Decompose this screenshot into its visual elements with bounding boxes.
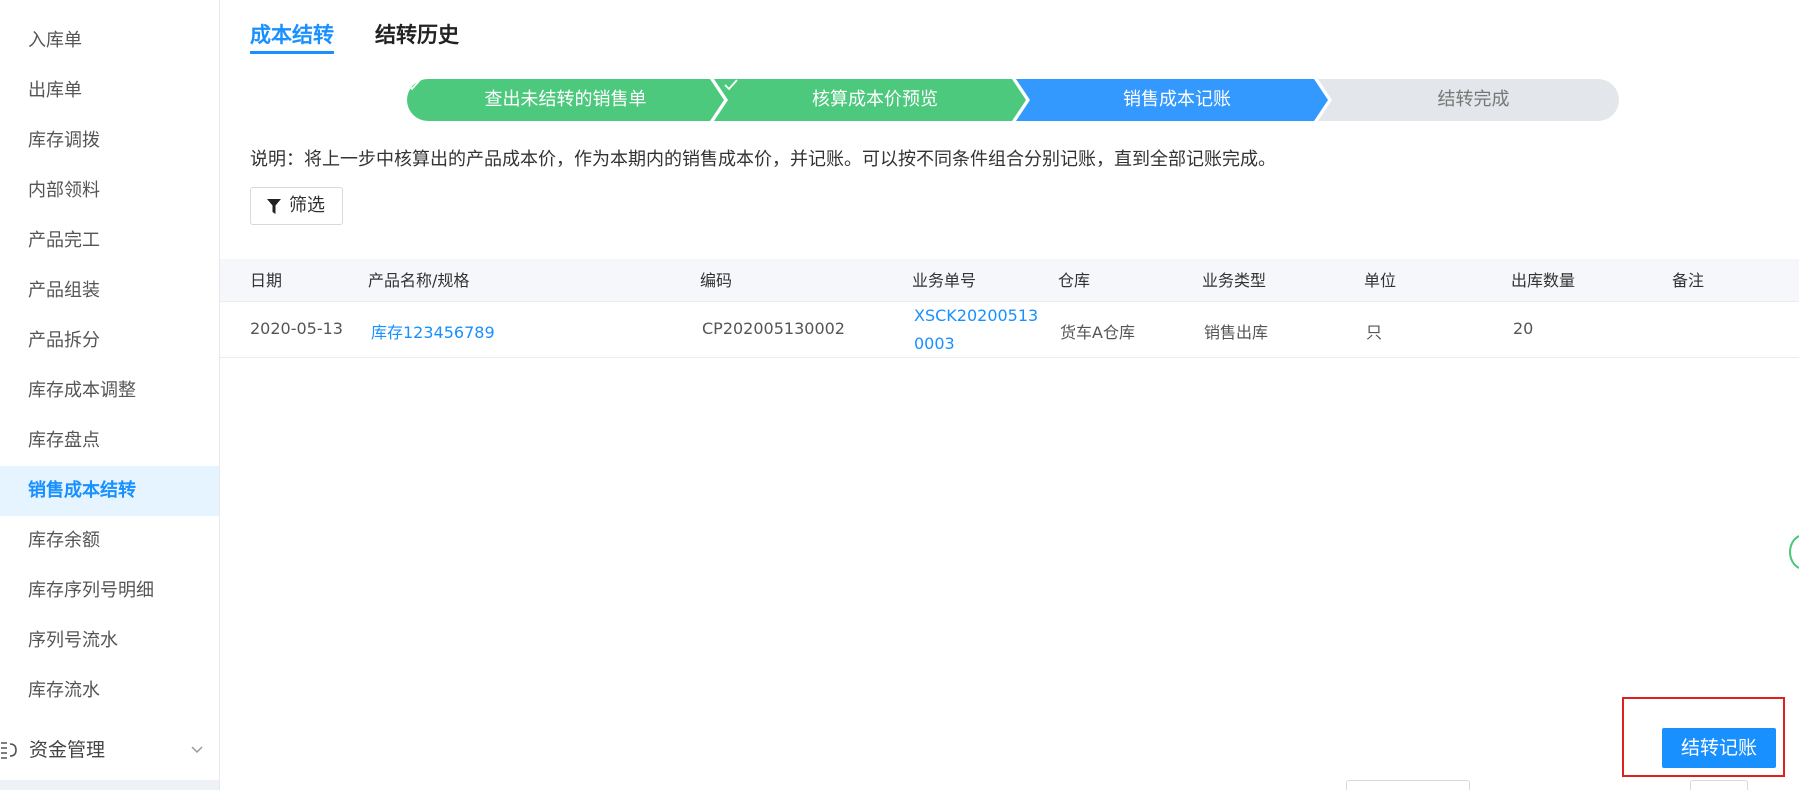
cell-warehouse: 货车A仓库 <box>1060 323 1135 342</box>
sidebar-item-product-completion[interactable]: 产品完工 <box>0 216 219 266</box>
sidebar-item-outbound[interactable]: 出库单 <box>0 66 219 116</box>
sidebar-item-serial-flow[interactable]: 序列号流水 <box>0 616 219 666</box>
step-sales-cost-posting: 销售成本记账 <box>1026 79 1328 121</box>
column-header-product[interactable]: 产品名称/规格 <box>368 259 469 302</box>
filter-button[interactable]: 筛选 <box>250 187 343 225</box>
step-carryover-complete: 结转完成 <box>1328 79 1619 121</box>
sidebar-item-internal-requisition[interactable]: 内部领料 <box>0 166 219 216</box>
sidebar-group-funds[interactable]: 资金管理 <box>0 725 219 775</box>
sidebar-item-transfer[interactable]: 库存调拨 <box>0 116 219 166</box>
sidebar-item-stock-balance[interactable]: 库存余额 <box>0 516 219 566</box>
cell-code: CP202005130002 <box>702 319 845 338</box>
tab-cost-carryover[interactable]: 成本结转 <box>250 20 334 54</box>
check-icon <box>724 79 738 91</box>
column-header-unit[interactable]: 单位 <box>1364 259 1396 302</box>
table-header: 日期 产品名称/规格 编码 业务单号 仓库 业务类型 单位 出库数量 备注 <box>220 259 1799 302</box>
sidebar-item-product-assembly[interactable]: 产品组装 <box>0 266 219 316</box>
cell-qty: 20 <box>1513 319 1534 338</box>
check-icon <box>407 79 421 91</box>
page-jump-input[interactable] <box>1690 780 1748 790</box>
page-size-select[interactable] <box>1346 780 1470 790</box>
cell-unit: 只 <box>1366 323 1383 342</box>
cell-product-link[interactable]: 库存123456789 <box>371 319 495 343</box>
step-query-unposted: 查出未结转的销售单 <box>407 79 724 121</box>
funds-icon <box>1 742 17 759</box>
step-label-text: 查出未结转的销售单 <box>484 89 647 110</box>
description-text: 说明：将上一步中核算出的产品成本价，作为本期内的销售成本价，并记账。可以按不同条… <box>250 149 1276 170</box>
cell-order-no-link[interactable]: XSCK202005130003 <box>914 302 1039 358</box>
step-label-text: 销售成本记账 <box>1123 89 1231 110</box>
tab-carryover-history[interactable]: 结转历史 <box>375 20 459 54</box>
sidebar-item-product-disassembly[interactable]: 产品拆分 <box>0 316 219 366</box>
sidebar-item-stocktake[interactable]: 库存盘点 <box>0 416 219 466</box>
cell-date: 2020-05-13 <box>250 319 343 338</box>
column-header-warehouse[interactable]: 仓库 <box>1058 259 1090 302</box>
sidebar-item-sales-cost-carryover[interactable]: 销售成本结转 <box>0 466 219 516</box>
sidebar-item-serial-detail[interactable]: 库存序列号明细 <box>0 566 219 616</box>
cell-biz-type: 销售出库 <box>1204 323 1269 342</box>
sidebar-item-stock-flow[interactable]: 库存流水 <box>0 666 219 716</box>
progress-steps: 查出未结转的销售单 核算成本价预览 销售成本记账 结转完成 <box>407 79 1619 121</box>
step-label-text: 核算成本价预览 <box>812 89 938 110</box>
chevron-down-icon <box>191 746 203 754</box>
column-header-order-no[interactable]: 业务单号 <box>912 259 976 302</box>
sidebar-item-inbound[interactable]: 入库单 <box>0 16 219 66</box>
column-header-remark[interactable]: 备注 <box>1672 259 1704 302</box>
floating-help-widget[interactable] <box>1789 534 1799 570</box>
table-row[interactable]: 2020-05-13 库存123456789 CP202005130002 XS… <box>220 302 1799 358</box>
column-header-code[interactable]: 编码 <box>700 259 732 302</box>
post-carryover-button[interactable]: 结转记账 <box>1662 728 1776 768</box>
column-header-biz-type[interactable]: 业务类型 <box>1202 259 1266 302</box>
sidebar: 入库单 出库单 库存调拨 内部领料 产品完工 产品组装 产品拆分 库存成本调整 … <box>0 0 220 790</box>
filter-button-label: 筛选 <box>289 195 325 216</box>
step-label-text: 结转完成 <box>1437 89 1510 110</box>
filter-icon <box>267 199 281 214</box>
sidebar-group-label: 资金管理 <box>29 739 106 761</box>
column-header-date[interactable]: 日期 <box>250 259 282 302</box>
sidebar-item-cost-adjustment[interactable]: 库存成本调整 <box>0 366 219 416</box>
step-cost-preview: 核算成本价预览 <box>724 79 1026 121</box>
sidebar-footer <box>0 780 219 790</box>
column-header-qty[interactable]: 出库数量 <box>1511 259 1575 302</box>
